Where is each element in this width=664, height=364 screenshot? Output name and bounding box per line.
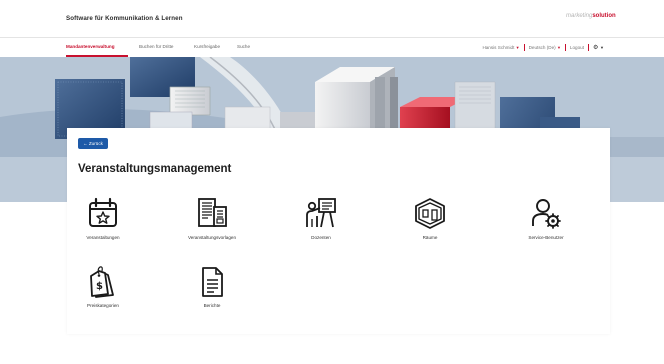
tile-label: Berichte: [203, 303, 221, 308]
tile-veranstaltungen[interactable]: Veranstaltungen: [62, 197, 144, 249]
logout-link[interactable]: Logout: [570, 45, 584, 50]
tile-dozenten[interactable]: Dozenten: [280, 197, 362, 249]
user-name: Hansis Schmidt: [482, 45, 515, 50]
price-tags-icon: $: [90, 266, 114, 298]
tile-label: Veranstaltungen: [86, 235, 120, 240]
tile-service-benutzer[interactable]: Service-Benutzer: [505, 197, 587, 249]
tile-label: Dozenten: [311, 235, 331, 240]
settings-dropdown[interactable]: ⚙ ▼: [593, 44, 604, 51]
tab-suche[interactable]: Suche: [237, 44, 250, 49]
chevron-down-icon: ▼: [556, 45, 561, 50]
service-user-icon: [532, 199, 561, 229]
user-menu-area: Hansis Schmidt ▼ Deutsch (De) ▼ Logout ⚙…: [482, 44, 604, 51]
page-title: Veranstaltungsmanagement: [78, 163, 232, 175]
divider: [587, 44, 589, 51]
calendar-star-icon: [89, 197, 117, 227]
tab-kursfreigabe[interactable]: Kursfreigabe: [194, 44, 220, 49]
language-label: Deutsch (De): [528, 45, 556, 50]
back-button[interactable]: ← Zurück: [78, 138, 108, 149]
app-title: Software für Kommunikation & Lernen: [66, 15, 183, 22]
main-card: ← Zurück Veranstaltungsmanagement Verans…: [67, 128, 610, 334]
divider: [523, 44, 525, 51]
tile-label: Räume: [422, 235, 438, 240]
tile-label: Preiskategorien: [87, 303, 119, 308]
tile-raeume[interactable]: Räume: [389, 197, 471, 249]
chevron-down-icon: ▼: [515, 45, 520, 50]
tab-buchen-fuer-dritte[interactable]: Buchen für Dritte: [139, 44, 173, 49]
tab-mandantenverwaltung[interactable]: Mandantenverwaltung: [66, 44, 115, 49]
report-icon: [202, 267, 223, 297]
brand-logo[interactable]: marketingsolution: [566, 13, 616, 19]
language-dropdown[interactable]: Deutsch (De) ▼: [529, 45, 561, 50]
tile-berichte[interactable]: Berichte: [171, 265, 253, 317]
chevron-down-icon: ▼: [600, 45, 604, 50]
tile-preiskategorien[interactable]: $ Preiskategorien: [62, 265, 144, 317]
svg-text:$: $: [96, 281, 103, 292]
tile-label: Veranstaltungsvorlagen: [187, 235, 236, 240]
main-navigation: Mandantenverwaltung Buchen für Dritte Ku…: [0, 37, 664, 58]
divider: [564, 44, 566, 51]
logo-text-2: solution: [592, 13, 616, 19]
tile-label: Service-Benutzer: [528, 235, 564, 240]
top-header: Software für Kommunikation & Lernen mark…: [0, 0, 664, 37]
lecturer-icon: [306, 198, 336, 228]
rooms-icon: [415, 198, 445, 229]
logo-text-1: marketing: [566, 13, 593, 19]
tile-veranstaltungsvorlagen[interactable]: Veranstaltungsvorlagen: [171, 197, 253, 249]
templates-icon: [198, 198, 227, 227]
user-dropdown[interactable]: Hansis Schmidt ▼: [482, 45, 519, 50]
